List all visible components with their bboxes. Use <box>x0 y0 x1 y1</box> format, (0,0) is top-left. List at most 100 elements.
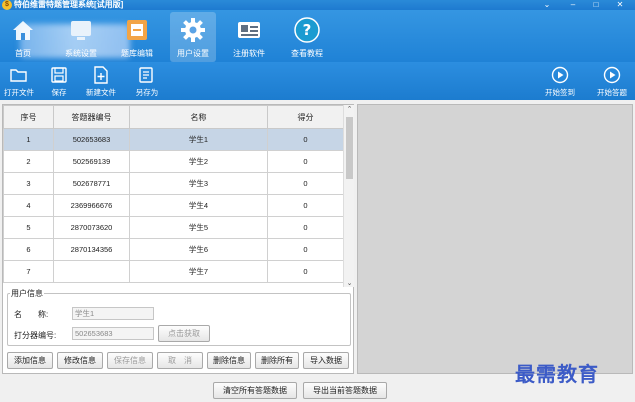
svg-text:?: ? <box>303 21 312 39</box>
start-signin-button[interactable]: 开始签到 <box>540 65 580 98</box>
nav-user-settings[interactable]: 用户设置 <box>170 12 216 62</box>
cell-device: 502678771 <box>53 172 130 195</box>
cell-score: 0 <box>267 172 344 195</box>
save-as-icon <box>137 65 157 85</box>
cell-device <box>53 260 130 283</box>
user-list-panel: 序号 答题器编号 名称 得分 1 502653683 学生1 0 2 50256… <box>2 104 354 374</box>
nav-tutorial-label: 查看教程 <box>291 49 323 58</box>
cell-name: 学生7 <box>129 260 268 283</box>
table-scrollbar[interactable]: ⌃ ⌄ <box>343 105 354 287</box>
cell-name: 学生6 <box>129 238 268 261</box>
nav-question-bank-label: 题库编辑 <box>121 49 153 58</box>
cell-name: 学生1 <box>129 128 268 151</box>
nav-tutorial[interactable]: ? 查看教程 <box>284 12 330 62</box>
watermark-text: 最需教育 <box>515 362 599 386</box>
folder-open-icon <box>9 65 29 85</box>
cell-score: 0 <box>267 260 344 283</box>
cancel-button[interactable]: 取 消 <box>157 352 203 369</box>
close-button[interactable]: ✕ <box>610 0 630 10</box>
table-row[interactable]: 7 学生7 0 <box>3 260 344 283</box>
table-row[interactable]: 4 2369966676 学生4 0 <box>3 194 344 217</box>
save-info-button[interactable]: 保存信息 <box>107 352 153 369</box>
toolbar: 打开文件 保存 新建文件 另存为 开始签到 开始答题 <box>0 62 635 100</box>
clear-all-answers-button[interactable]: 清空所有答题数据 <box>213 382 297 399</box>
cell-score: 0 <box>267 238 344 261</box>
cell-device: 2870134356 <box>53 238 130 261</box>
nav-home[interactable]: 首页 <box>0 12 46 62</box>
delete-all-button[interactable]: 删除所有 <box>255 352 299 369</box>
user-info-group: 用户信息 名 称: 学生1 打分器编号: 502653683 点击获取 <box>7 288 351 346</box>
import-data-button[interactable]: 导入数据 <box>303 352 349 369</box>
column-header-name[interactable]: 名称 <box>129 105 268 129</box>
title-bar: $ 特伯维雷特题管理系统[试用版] ⌄ – □ ✕ <box>0 0 635 10</box>
name-label: 名 称: <box>14 310 49 319</box>
new-file-icon <box>91 65 111 85</box>
cell-device: 2870073620 <box>53 216 130 239</box>
cell-device: 502569139 <box>53 150 130 173</box>
edit-info-button[interactable]: 修改信息 <box>57 352 103 369</box>
app-logo-icon: $ <box>2 0 12 10</box>
register-icon <box>234 15 264 45</box>
cell-no: 1 <box>3 128 54 151</box>
maximize-button[interactable]: □ <box>586 0 606 10</box>
user-info-legend: 用户信息 <box>11 289 43 298</box>
device-label: 打分器编号: <box>14 331 57 340</box>
nav-home-label: 首页 <box>15 49 31 58</box>
home-icon <box>8 15 38 45</box>
column-header-no[interactable]: 序号 <box>3 105 54 129</box>
window-title: 特伯维雷特题管理系统[试用版] <box>14 0 124 9</box>
open-file-button[interactable]: 打开文件 <box>2 65 36 98</box>
gear-icon <box>178 15 208 45</box>
save-icon <box>49 65 69 85</box>
start-answer-button[interactable]: 开始答题 <box>592 65 632 98</box>
cell-no: 2 <box>3 150 54 173</box>
top-nav: 首页 系统设置 题库编辑 用户设置 注册软件 ? 查看教程 <box>0 10 635 62</box>
cell-score: 0 <box>267 216 344 239</box>
column-header-device[interactable]: 答题器编号 <box>53 105 130 129</box>
nav-register-label: 注册软件 <box>233 49 265 58</box>
column-header-score[interactable]: 得分 <box>267 105 344 129</box>
cell-name: 学生3 <box>129 172 268 195</box>
fetch-device-button[interactable]: 点击获取 <box>158 325 210 342</box>
export-answers-button[interactable]: 导出当前答题数据 <box>303 382 387 399</box>
table-row[interactable]: 2 502569139 学生2 0 <box>3 150 344 173</box>
table-row[interactable]: 5 2870073620 学生5 0 <box>3 216 344 239</box>
user-table: 序号 答题器编号 名称 得分 1 502653683 学生1 0 2 50256… <box>3 105 344 283</box>
cell-no: 7 <box>3 260 54 283</box>
cell-no: 6 <box>3 238 54 261</box>
system-settings-icon <box>66 15 96 45</box>
scrollbar-thumb[interactable] <box>346 117 353 179</box>
cell-name: 学生4 <box>129 194 268 217</box>
add-info-button[interactable]: 添加信息 <box>7 352 53 369</box>
delete-info-button[interactable]: 删除信息 <box>207 352 251 369</box>
play-icon <box>550 65 570 85</box>
new-file-button[interactable]: 新建文件 <box>82 65 120 98</box>
name-field[interactable]: 学生1 <box>72 307 154 320</box>
nav-system-settings[interactable]: 系统设置 <box>58 12 104 62</box>
save-as-button[interactable]: 另存为 <box>130 65 164 98</box>
table-header: 序号 答题器编号 名称 得分 <box>3 105 344 129</box>
nav-system-settings-label: 系统设置 <box>65 49 97 58</box>
cell-no: 5 <box>3 216 54 239</box>
nav-register[interactable]: 注册软件 <box>226 12 272 62</box>
nav-user-settings-label: 用户设置 <box>177 49 209 58</box>
nav-question-bank[interactable]: 题库编辑 <box>114 12 160 62</box>
chevron-up-icon[interactable]: ⌃ <box>344 105 355 113</box>
minimize-button[interactable]: – <box>563 0 583 10</box>
table-row[interactable]: 1 502653683 学生1 0 <box>3 128 344 151</box>
play-icon <box>602 65 622 85</box>
cell-device: 502653683 <box>53 128 130 151</box>
help-icon: ? <box>292 15 322 45</box>
chevron-down-icon[interactable]: ⌄ <box>344 279 355 287</box>
device-field[interactable]: 502653683 <box>72 327 154 340</box>
answer-display-panel <box>357 104 633 374</box>
table-row[interactable]: 6 2870134356 学生6 0 <box>3 238 344 261</box>
table-row[interactable]: 3 502678771 学生3 0 <box>3 172 344 195</box>
question-bank-icon <box>122 15 152 45</box>
save-button[interactable]: 保存 <box>44 65 74 98</box>
cell-name: 学生5 <box>129 216 268 239</box>
dropdown-window-button[interactable]: ⌄ <box>537 0 557 10</box>
cell-no: 3 <box>3 172 54 195</box>
cell-score: 0 <box>267 128 344 151</box>
cell-device: 2369966676 <box>53 194 130 217</box>
